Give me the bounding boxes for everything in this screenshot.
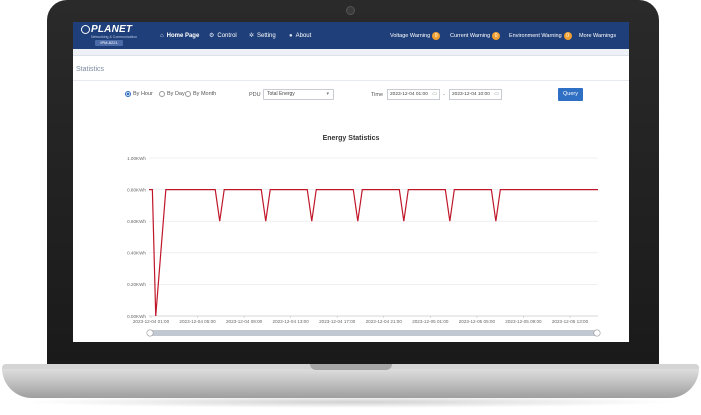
calendar-icon[interactable]: ▭ <box>494 90 499 99</box>
radio-by-month-label: By Month <box>193 91 217 97</box>
voltage-warning-badge: 0 <box>432 31 441 40</box>
x-tick-label: 2023-12-04 01:00 <box>133 319 170 324</box>
y-tick-label: 0.80KWh <box>127 187 146 192</box>
x-tick-label: 2023-12-04 13:00 <box>273 319 310 324</box>
nav-home[interactable]: ⌂ Home Page <box>160 22 199 49</box>
nav-setting-label: Setting <box>257 32 276 39</box>
page-title: Statistics <box>76 66 105 73</box>
time-from-input[interactable]: 2023-12-04 01:00 ▭ <box>387 89 440 100</box>
top-navbar: PLANET Networking & Communication IPM-82… <box>73 22 629 49</box>
time-to-value: 2023-12-04 10:00 <box>452 92 490 97</box>
pdu-select[interactable]: Total Energy ▾ <box>263 89 334 100</box>
sub-bar <box>73 49 629 56</box>
zoom-handle-right <box>593 329 601 337</box>
x-tick-label: 2023-12-04 21:00 <box>366 319 403 324</box>
x-tick-label: 2023-12-05 01:00 <box>412 319 449 324</box>
current-warning-badge: 0 <box>492 31 501 40</box>
divider <box>73 80 629 81</box>
y-tick-label: 0.60KWh <box>127 219 146 224</box>
info-icon: ● <box>289 32 293 39</box>
brand-name: PLANET <box>91 24 133 35</box>
nav-about[interactable]: ● About <box>289 22 311 49</box>
x-tick-label: 2023-12-04 17:00 <box>319 319 356 324</box>
more-warnings[interactable]: More Warnings <box>579 22 616 49</box>
screen: PLANET Networking & Communication IPM-82… <box>73 22 629 342</box>
time-label: Time <box>371 92 384 98</box>
brand-tagline: Networking & Communication <box>91 35 138 39</box>
time-to-input[interactable]: 2023-12-04 10:00 ▭ <box>449 89 502 100</box>
radio-unchecked-icon <box>185 91 191 97</box>
radio-by-hour-label: By Hour <box>133 91 153 97</box>
radio-by-day[interactable]: By Day <box>159 91 185 97</box>
x-tick-label: 2023-12-04 09:00 <box>226 319 263 324</box>
range-separator: - <box>443 92 445 98</box>
current-warning-label: Current Warning <box>450 32 491 39</box>
radio-checked-icon <box>125 91 131 97</box>
energy-chart: 0.00KWh0.20KWh0.40KWh0.60KWh0.80KWh1.00K… <box>127 156 601 337</box>
radio-by-hour[interactable]: By Hour <box>125 91 153 97</box>
globe-icon <box>81 25 90 34</box>
zoom-slider-range <box>149 330 598 336</box>
x-tick-label: 2023-12-05 13:00 <box>552 319 589 324</box>
x-tick-label: 2023-12-05 05:00 <box>459 319 496 324</box>
nav-control-label: Control <box>217 32 237 39</box>
environment-warning-badge: 0 <box>563 31 572 40</box>
chart-title: Energy Statistics <box>322 135 380 142</box>
y-tick-label: 0.40KWh <box>127 251 146 256</box>
current-warning[interactable]: Current Warning 0 <box>450 22 501 49</box>
nav-setting[interactable]: ✲ Setting <box>249 22 276 49</box>
radio-unchecked-icon <box>159 91 165 97</box>
laptop-base <box>2 364 699 398</box>
control-icon: ⚙ <box>209 33 215 39</box>
pdu-select-value: Total Energy <box>267 91 295 97</box>
chevron-down-icon: ▾ <box>326 91 329 97</box>
radio-by-month[interactable]: By Month <box>185 91 216 97</box>
x-tick-label: 2023-12-04 05:00 <box>179 319 216 324</box>
time-from-value: 2023-12-04 01:00 <box>390 92 428 97</box>
environment-warning-label: Environment Warning <box>509 32 562 39</box>
nav-control[interactable]: ⚙ Control <box>209 22 237 49</box>
y-tick-label: 0.20KWh <box>127 282 146 287</box>
x-tick-label: 2023-12-05 09:00 <box>505 319 542 324</box>
webcam-icon <box>346 6 355 15</box>
home-icon: ⌂ <box>160 32 164 39</box>
voltage-warning-label: Voltage Warning <box>390 32 431 39</box>
query-button[interactable]: Query <box>558 88 583 101</box>
gear-icon: ✲ <box>249 33 255 39</box>
brand-logo[interactable]: PLANET Networking & Communication IPM-82… <box>79 24 139 47</box>
y-tick-label: 1.00KWh <box>127 156 146 161</box>
pdu-label: PDU <box>249 92 261 98</box>
model-badge: IPM-8221 <box>95 40 123 46</box>
more-warnings-label: More Warnings <box>579 32 617 39</box>
laptop-notch <box>310 364 392 370</box>
zoom-handle-left <box>146 329 154 337</box>
environment-warning[interactable]: Environment Warning 0 <box>509 22 572 49</box>
nav-about-label: About <box>295 32 312 39</box>
voltage-warning[interactable]: Voltage Warning 0 <box>390 22 441 49</box>
radio-by-day-label: By Day <box>167 91 185 97</box>
nav-home-label: Home Page <box>166 32 200 39</box>
filter-row: By Hour By Day By Month PDU Total Energy… <box>73 88 629 104</box>
calendar-icon[interactable]: ▭ <box>432 90 437 99</box>
